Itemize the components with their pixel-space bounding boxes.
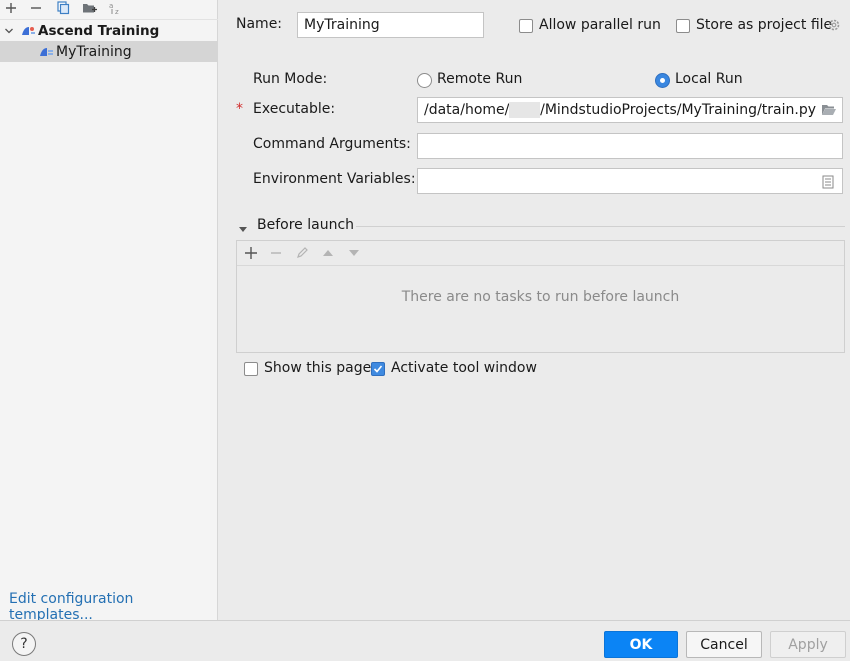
folder-open-icon[interactable]: [821, 103, 837, 117]
sort-az-icon[interactable]: az: [107, 0, 123, 16]
env-vars-input[interactable]: [417, 168, 843, 194]
activate-tool-checkbox[interactable]: [371, 362, 385, 376]
allow-parallel-checkbox[interactable]: [519, 19, 533, 33]
remove-icon[interactable]: [28, 0, 44, 16]
edit-templates-link[interactable]: Edit configuration templates...: [9, 591, 217, 623]
name-label: Name:: [236, 16, 283, 32]
before-launch-title: Before launch: [257, 217, 355, 233]
env-vars-label: Environment Variables:: [253, 171, 416, 187]
section-divider: [356, 226, 845, 227]
activate-tool-label: Activate tool window: [391, 360, 537, 376]
move-up-icon[interactable]: [320, 245, 336, 261]
add-icon[interactable]: [3, 0, 19, 16]
dialog-button-bar: ? OK Cancel Apply: [0, 620, 850, 661]
collapse-triangle-icon[interactable]: [238, 222, 248, 232]
run-mode-label: Run Mode:: [253, 71, 328, 87]
local-run-radio[interactable]: [655, 73, 670, 88]
edit-icon[interactable]: [294, 245, 310, 261]
folder-add-icon[interactable]: [81, 0, 97, 16]
executable-path-prefix: /data/home/: [424, 102, 510, 118]
store-project-checkbox[interactable]: [676, 19, 690, 33]
checkmark-icon: [373, 365, 383, 373]
move-down-icon[interactable]: [346, 245, 362, 261]
executable-input[interactable]: /data/home/ /MindstudioProjects/MyTraini…: [417, 97, 843, 123]
empty-tasks-message: There are no tasks to run before launch: [401, 289, 680, 305]
ok-button[interactable]: OK: [604, 631, 678, 658]
show-page-label: Show this page: [264, 360, 372, 376]
help-button[interactable]: ?: [12, 632, 36, 656]
training-config-icon: [38, 45, 56, 59]
ascend-training-icon: [20, 24, 38, 38]
allow-parallel-label: Allow parallel run: [539, 17, 661, 33]
local-run-label: Local Run: [675, 71, 743, 87]
redacted-username: [509, 102, 541, 118]
add-icon[interactable]: [243, 245, 259, 261]
cancel-button[interactable]: Cancel: [686, 631, 762, 658]
before-launch-list: There are no tasks to run before launch: [236, 240, 845, 353]
svg-text:z: z: [115, 8, 119, 15]
browse-list-icon[interactable]: [822, 175, 834, 189]
configurations-toolbar: az: [0, 0, 218, 20]
before-launch-toolbar: [237, 241, 844, 266]
tree-item-ascend-training[interactable]: Ascend Training: [0, 20, 218, 41]
required-mark: *: [236, 101, 243, 117]
apply-button[interactable]: Apply: [770, 631, 846, 658]
remote-run-label: Remote Run: [437, 71, 523, 87]
show-page-checkbox[interactable]: [244, 362, 258, 376]
gear-icon[interactable]: [827, 18, 841, 32]
command-args-input[interactable]: [417, 133, 843, 159]
chevron-down-icon[interactable]: [4, 26, 20, 36]
configurations-panel: az Ascend Training MyTraining Edit confi…: [0, 0, 218, 623]
executable-label: Executable:: [253, 101, 336, 117]
tree-item-mytraining[interactable]: MyTraining: [0, 41, 218, 62]
copy-icon[interactable]: [55, 0, 71, 16]
tree-item-label: Ascend Training: [38, 22, 160, 39]
remove-icon[interactable]: [268, 245, 284, 261]
remote-run-radio[interactable]: [417, 73, 432, 88]
svg-text:a: a: [109, 2, 113, 10]
command-args-label: Command Arguments:: [253, 136, 411, 152]
name-input[interactable]: MyTraining: [297, 12, 484, 38]
store-project-label: Store as project file: [696, 17, 833, 33]
executable-path-suffix: /MindstudioProjects/MyTraining/train.py: [540, 102, 816, 118]
tree-item-label: MyTraining: [56, 43, 132, 60]
